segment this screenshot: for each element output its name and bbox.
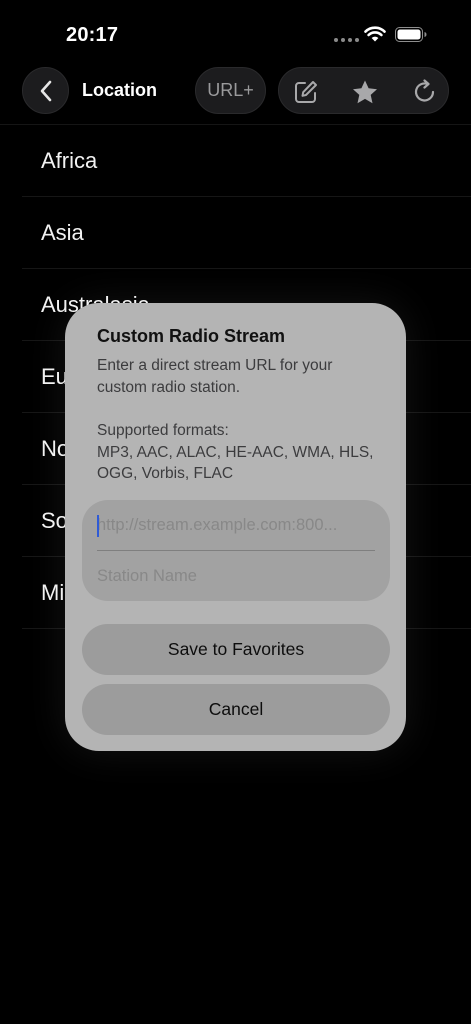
battery-icon [395,27,427,42]
stream-url-field-container [97,500,375,551]
cancel-button[interactable]: Cancel [82,684,390,735]
dialog-title: Custom Radio Stream [97,326,286,346]
square-pencil-icon [295,80,317,103]
cellular-signal-icon [334,38,359,42]
refresh-icon [414,78,435,101]
station-name-input[interactable] [97,551,375,601]
station-name-field-container [97,551,375,601]
status-time: 20:17 [66,24,119,46]
back-button[interactable] [22,67,69,114]
formats-heading: Supported formats: [97,422,229,439]
star-icon [353,80,377,103]
add-url-button[interactable]: URL+ [195,67,266,114]
favorites-button[interactable] [340,68,390,115]
region-label: Africa [41,148,98,173]
list-item-region[interactable]: Asia [0,197,471,269]
page-title: Location [82,80,157,100]
text-cursor [97,515,99,537]
list-item-region[interactable]: Africa [0,125,471,197]
wifi-icon [364,26,386,42]
custom-stream-dialog: Custom Radio Stream Enter a direct strea… [65,303,406,751]
dialog-message: Enter a direct stream URL for your custo… [97,355,377,485]
region-label: Asia [41,220,84,245]
toolbar-group [278,67,449,114]
status-bar: 20:17 [0,0,471,60]
edit-button[interactable] [281,68,331,115]
formats-list: MP3, AAC, ALAC, HE-AAC, WMA, HLS, OGG, V… [97,443,374,483]
input-field-group [82,500,390,601]
refresh-button[interactable] [400,68,450,115]
dialog-description: Enter a direct stream URL for your custo… [97,357,333,396]
navigation-bar: Location URL+ [0,66,471,116]
chevron-left-icon [40,80,51,101]
stream-url-input[interactable] [97,500,375,550]
save-to-favorites-button[interactable]: Save to Favorites [82,624,390,675]
